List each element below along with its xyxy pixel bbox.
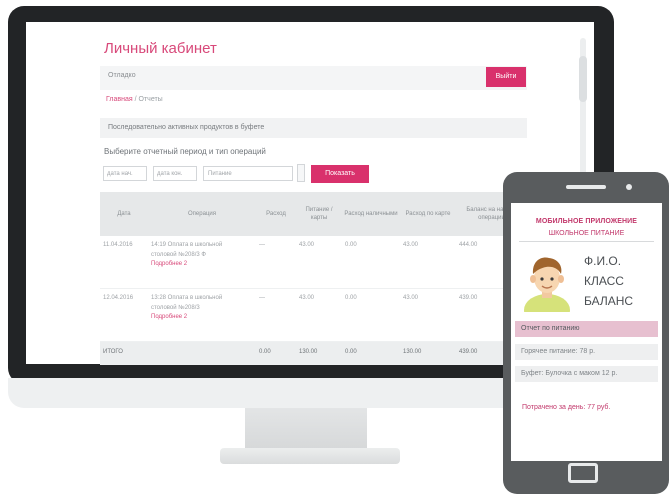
camera-icon	[626, 184, 632, 190]
monitor-stand-base	[220, 448, 400, 464]
breadcrumb: Главная / Отчеты	[106, 96, 163, 103]
exit-button[interactable]: Выйти	[486, 67, 526, 87]
operation-line: 14:19 Оплата в школьной	[151, 242, 223, 248]
profile-class: КЛАСС	[584, 274, 624, 288]
total-empty	[148, 341, 256, 365]
cell-by-card: 43.00	[400, 236, 456, 289]
cell-expense: —	[256, 236, 296, 289]
operations-table: Дата Операция Расход Питание / карты Рас…	[100, 192, 527, 365]
cell-expense: —	[256, 288, 296, 342]
cell-operation: 13:28 Оплата в школьной столовой №208/3 …	[148, 288, 256, 342]
menu-item-hot-meals[interactable]: Горячее питание: 78 р.	[515, 344, 658, 360]
show-button[interactable]: Показать	[311, 165, 369, 183]
child-avatar-icon	[524, 257, 570, 312]
spent-today: Потрачено за день: 77 руб.	[522, 404, 611, 411]
notice-text: Последовательно активных продуктов в буф…	[108, 124, 265, 131]
total-expense: 0.00	[256, 341, 296, 365]
table-header-row: Дата Операция Расход Питание / карты Рас…	[100, 192, 527, 236]
table-row: 12.04.2016 13:28 Оплата в школьной столо…	[100, 288, 527, 342]
header-date: Дата	[100, 192, 148, 236]
total-by-card: 130.00	[400, 341, 456, 365]
cell-card: 43.00	[296, 288, 342, 342]
period-label: Выберите отчетный период и тип операций	[104, 147, 266, 156]
speaker-icon	[566, 185, 606, 189]
menu-item-buffet[interactable]: Буфет: Булочка с маком 12 р.	[515, 366, 658, 382]
monitor-stand-neck	[245, 408, 367, 450]
operation-line: 13:28 Оплата в школьной	[151, 295, 223, 301]
header-operation: Операция	[148, 192, 256, 236]
header-card: Питание / карты	[296, 192, 342, 236]
page-title: Личный кабинет	[104, 40, 217, 57]
cell-cash: 0.00	[342, 236, 400, 289]
breadcrumb-home[interactable]: Главная	[106, 96, 133, 103]
profile-balance: БАЛАНС	[584, 294, 634, 308]
cell-card: 43.00	[296, 236, 342, 289]
operation-line: столовой №208/3 Ф	[151, 251, 206, 258]
header-by-card: Расход по карте	[400, 192, 456, 236]
table-row: 11.04.2016 14:19 Оплата в школьной столо…	[100, 236, 527, 289]
cell-date: 11.04.2016	[100, 236, 148, 289]
operation-line: столовой №208/3	[151, 304, 200, 311]
app-subtitle: ШКОЛЬНОЕ ПИТАНИЕ	[548, 230, 625, 237]
scrollbar-thumb[interactable]	[579, 56, 587, 102]
operation-type-select[interactable]: Питание	[203, 166, 293, 181]
cell-operation: 14:19 Оплата в школьной столовой №208/3 …	[148, 236, 256, 289]
header-cash: Расход наличными	[342, 192, 400, 236]
total-cash: 0.00	[342, 341, 400, 365]
date-from-input[interactable]: дата нач.	[103, 166, 147, 181]
date-to-input[interactable]: дата кон.	[153, 166, 197, 181]
total-label: ИТОГО	[100, 341, 148, 365]
user-bar	[100, 66, 527, 90]
home-button-icon[interactable]	[568, 463, 598, 483]
header-expense: Расход	[256, 192, 296, 236]
total-card: 130.00	[296, 341, 342, 365]
table-total-row: ИТОГО 0.00 130.00 0.00 130.00 439.00	[100, 341, 527, 365]
cell-by-card: 43.00	[400, 288, 456, 342]
app-divider	[519, 241, 654, 242]
app-title: МОБИЛЬНОЕ ПРИЛОЖЕНИЕ	[535, 218, 638, 225]
details-link[interactable]: Подробнее 2	[151, 313, 253, 323]
cell-cash: 0.00	[342, 288, 400, 342]
select-spinner[interactable]	[297, 164, 305, 182]
breadcrumb-current: Отчеты	[138, 96, 163, 103]
menu-item-food-report[interactable]: Отчет по питанию	[515, 321, 658, 337]
breadcrumb-separator: /	[134, 96, 137, 103]
user-name: Отладко	[108, 72, 136, 79]
details-link[interactable]: Подробнее 2	[151, 260, 253, 270]
cell-date: 12.04.2016	[100, 288, 148, 342]
profile-name: Ф.И.О.	[584, 254, 622, 268]
